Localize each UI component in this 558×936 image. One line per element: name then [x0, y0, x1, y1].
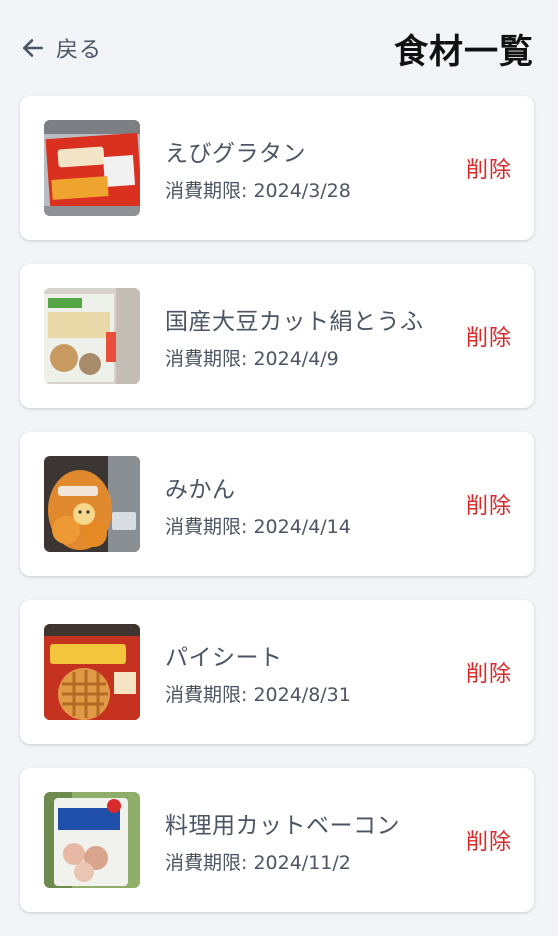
- back-label: 戻る: [56, 38, 103, 63]
- food-expiry: 消費期限: 2024/8/31: [165, 684, 351, 706]
- food-name: パイシート: [165, 645, 283, 671]
- food-expiry: 消費期限: 2024/3/28: [165, 180, 351, 202]
- food-name: 料理用カットベーコン: [165, 813, 400, 839]
- food-card: 国産大豆カット絹とうふ 消費期限: 2024/4/9 削除: [20, 264, 534, 408]
- delete-button[interactable]: 削除: [466, 824, 512, 856]
- food-info: 料理用カットベーコン 消費期限: 2024/11/2: [165, 806, 400, 875]
- food-name: みかん: [165, 477, 236, 503]
- food-info: みかん 消費期限: 2024/4/14: [165, 470, 351, 539]
- food-image: [44, 792, 140, 888]
- header: 戻る 食材一覧: [0, 0, 558, 96]
- food-list: えびグラタン 消費期限: 2024/3/28 削除 国産大豆カット絹とうふ 消費…: [20, 96, 534, 936]
- food-card: みかん 消費期限: 2024/4/14 削除: [20, 432, 534, 576]
- food-image: [44, 624, 140, 720]
- food-expiry: 消費期限: 2024/4/14: [165, 516, 351, 538]
- food-card: えびグラタン 消費期限: 2024/3/28 削除: [20, 96, 534, 240]
- food-info: パイシート 消費期限: 2024/8/31: [165, 638, 351, 707]
- food-name: えびグラタン: [165, 141, 306, 167]
- delete-button[interactable]: 削除: [466, 488, 512, 520]
- food-card: パイシート 消費期限: 2024/8/31 削除: [20, 600, 534, 744]
- back-button[interactable]: 戻る: [20, 30, 102, 66]
- food-info: 国産大豆カット絹とうふ 消費期限: 2024/4/9: [165, 302, 424, 371]
- page-title: 食材一覧: [394, 32, 534, 72]
- delete-button[interactable]: 削除: [466, 320, 512, 352]
- food-image: [44, 288, 140, 384]
- food-info: えびグラタン 消費期限: 2024/3/28: [165, 134, 351, 203]
- food-name: 国産大豆カット絹とうふ: [165, 309, 424, 335]
- food-expiry: 消費期限: 2024/4/9: [165, 348, 339, 370]
- food-image: [44, 456, 140, 552]
- delete-button[interactable]: 削除: [466, 152, 512, 184]
- delete-button[interactable]: 削除: [466, 656, 512, 688]
- food-card: 料理用カットベーコン 消費期限: 2024/11/2 削除: [20, 768, 534, 912]
- food-expiry: 消費期限: 2024/11/2: [165, 852, 351, 874]
- food-image: [44, 120, 140, 216]
- arrow-left-icon: [20, 35, 46, 61]
